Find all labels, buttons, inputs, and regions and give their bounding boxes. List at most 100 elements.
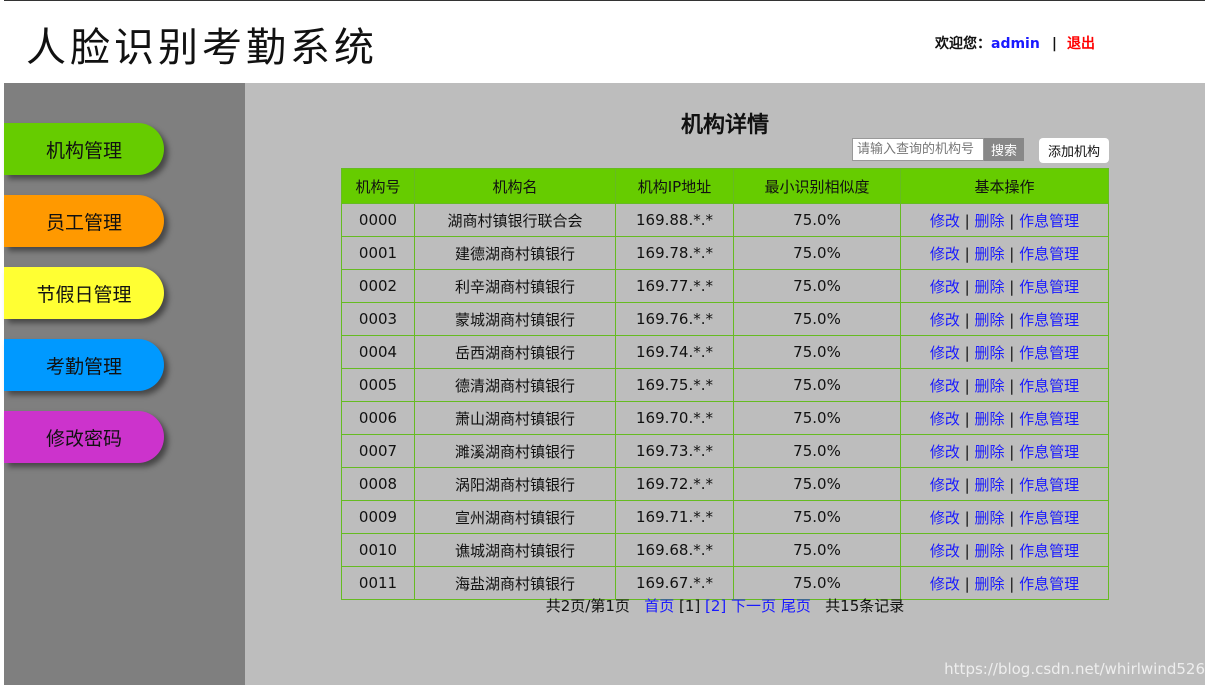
- edit-link[interactable]: 修改: [930, 344, 960, 362]
- delete-link[interactable]: 删除: [974, 410, 1004, 428]
- search-input[interactable]: [852, 138, 984, 161]
- cell-name: 谯城湖商村镇银行: [414, 533, 616, 567]
- col-header-similarity: 最小识别相似度: [733, 168, 901, 204]
- table-row: 0000 湖商村镇银行联合会 169.88.*.* 75.0% 修改 | 删除 | 作息…: [341, 203, 1109, 237]
- schedule-link[interactable]: 作息管理: [1019, 377, 1079, 395]
- sidebar: 机构管理 员工管理 节假日管理 考勤管理 修改密码: [4, 83, 245, 685]
- table-header-row: 机构号 机构名 机构IP地址 最小识别相似度 基本操作: [341, 168, 1109, 204]
- delete-link[interactable]: 删除: [974, 212, 1004, 230]
- cell-similarity: 75.0%: [733, 368, 901, 402]
- sidebar-item-staff[interactable]: 员工管理: [4, 195, 164, 247]
- edit-link[interactable]: 修改: [930, 509, 960, 527]
- cell-name: 濉溪湖商村镇银行: [414, 434, 616, 468]
- cell-ip: 169.74.*.*: [615, 335, 734, 369]
- page-2-link[interactable]: [2]: [705, 597, 726, 615]
- col-header-name: 机构名: [414, 168, 616, 204]
- edit-link[interactable]: 修改: [930, 245, 960, 263]
- search-button[interactable]: 搜索: [984, 138, 1024, 161]
- ops-separator: |: [964, 376, 970, 395]
- org-table: 机构号 机构名 机构IP地址 最小识别相似度 基本操作 0000 湖商村镇银行联合…: [341, 168, 1109, 600]
- table-row: 0006 萧山湖商村镇银行 169.70.*.* 75.0% 修改 | 删除 | 作息管…: [341, 401, 1109, 435]
- delete-link[interactable]: 删除: [974, 575, 1004, 593]
- first-page-link[interactable]: 首页: [644, 597, 674, 615]
- cell-similarity: 75.0%: [733, 203, 901, 237]
- welcome-label: 欢迎您：: [935, 36, 991, 52]
- cell-ops: 修改 | 删除 | 作息管理: [900, 335, 1109, 369]
- delete-link[interactable]: 删除: [974, 542, 1004, 560]
- watermark: https://blog.csdn.net/whirlwind526: [944, 660, 1205, 678]
- cell-name: 岳西湖商村镇银行: [414, 335, 616, 369]
- ops-separator: |: [1009, 343, 1015, 362]
- last-page-link[interactable]: 尾页: [781, 597, 811, 615]
- cell-similarity: 75.0%: [733, 500, 901, 534]
- cell-ip: 169.76.*.*: [615, 302, 734, 336]
- cell-similarity: 75.0%: [733, 269, 901, 303]
- delete-link[interactable]: 删除: [974, 311, 1004, 329]
- cell-id: 0006: [341, 401, 415, 435]
- edit-link[interactable]: 修改: [930, 575, 960, 593]
- sidebar-item-attendance[interactable]: 考勤管理: [4, 339, 164, 391]
- schedule-link[interactable]: 作息管理: [1019, 278, 1079, 296]
- edit-link[interactable]: 修改: [930, 311, 960, 329]
- schedule-link[interactable]: 作息管理: [1019, 311, 1079, 329]
- cell-ip: 169.77.*.*: [615, 269, 734, 303]
- cell-id: 0008: [341, 467, 415, 501]
- cell-name: 萧山湖商村镇银行: [414, 401, 616, 435]
- cell-id: 0007: [341, 434, 415, 468]
- delete-link[interactable]: 删除: [974, 509, 1004, 527]
- app-logo: 人脸识别考勤系统: [26, 25, 378, 71]
- schedule-link[interactable]: 作息管理: [1019, 443, 1079, 461]
- cell-ip: 169.72.*.*: [615, 467, 734, 501]
- edit-link[interactable]: 修改: [930, 476, 960, 494]
- schedule-link[interactable]: 作息管理: [1019, 509, 1079, 527]
- cell-ip: 169.71.*.*: [615, 500, 734, 534]
- schedule-link[interactable]: 作息管理: [1019, 344, 1079, 362]
- schedule-link[interactable]: 作息管理: [1019, 245, 1079, 263]
- cell-name: 宣州湖商村镇银行: [414, 500, 616, 534]
- table-row: 0003 蒙城湖商村镇银行 169.76.*.* 75.0% 修改 | 删除 | 作息管…: [341, 302, 1109, 336]
- sidebar-item-org[interactable]: 机构管理: [4, 123, 164, 175]
- edit-link[interactable]: 修改: [930, 542, 960, 560]
- schedule-link[interactable]: 作息管理: [1019, 542, 1079, 560]
- cell-ops: 修改 | 删除 | 作息管理: [900, 302, 1109, 336]
- schedule-link[interactable]: 作息管理: [1019, 575, 1079, 593]
- cell-ip: 169.68.*.*: [615, 533, 734, 567]
- delete-link[interactable]: 删除: [974, 443, 1004, 461]
- schedule-link[interactable]: 作息管理: [1019, 212, 1079, 230]
- table-row: 0010 谯城湖商村镇银行 169.68.*.* 75.0% 修改 | 删除 | 作息管…: [341, 533, 1109, 567]
- table-body: 0000 湖商村镇银行联合会 169.88.*.* 75.0% 修改 | 删除 | 作息…: [341, 203, 1109, 600]
- sidebar-item-holiday[interactable]: 节假日管理: [4, 267, 164, 319]
- edit-link[interactable]: 修改: [930, 377, 960, 395]
- delete-link[interactable]: 删除: [974, 344, 1004, 362]
- edit-link[interactable]: 修改: [930, 410, 960, 428]
- schedule-link[interactable]: 作息管理: [1019, 410, 1079, 428]
- ops-separator: |: [964, 574, 970, 593]
- cell-id: 0000: [341, 203, 415, 237]
- cell-similarity: 75.0%: [733, 467, 901, 501]
- table-row: 0004 岳西湖商村镇银行 169.74.*.* 75.0% 修改 | 删除 | 作息管…: [341, 335, 1109, 369]
- table-row: 0009 宣州湖商村镇银行 169.71.*.* 75.0% 修改 | 删除 | 作息管…: [341, 500, 1109, 534]
- cell-id: 0001: [341, 236, 415, 270]
- edit-link[interactable]: 修改: [930, 443, 960, 461]
- edit-link[interactable]: 修改: [930, 212, 960, 230]
- table-row: 0005 德清湖商村镇银行 169.75.*.* 75.0% 修改 | 删除 | 作息管…: [341, 368, 1109, 402]
- ops-separator: |: [964, 442, 970, 461]
- delete-link[interactable]: 删除: [974, 245, 1004, 263]
- delete-link[interactable]: 删除: [974, 377, 1004, 395]
- cell-ip: 169.78.*.*: [615, 236, 734, 270]
- edit-link[interactable]: 修改: [930, 278, 960, 296]
- cell-similarity: 75.0%: [733, 434, 901, 468]
- delete-link[interactable]: 删除: [974, 476, 1004, 494]
- logout-link[interactable]: 退出: [1067, 36, 1095, 52]
- schedule-link[interactable]: 作息管理: [1019, 476, 1079, 494]
- cell-ip: 169.73.*.*: [615, 434, 734, 468]
- sidebar-item-password[interactable]: 修改密码: [4, 411, 164, 463]
- cell-ops: 修改 | 删除 | 作息管理: [900, 434, 1109, 468]
- cell-name: 涡阳湖商村镇银行: [414, 467, 616, 501]
- ops-separator: |: [964, 475, 970, 494]
- total-records: 共15条记录: [825, 597, 905, 615]
- add-org-button[interactable]: 添加机构: [1039, 138, 1109, 163]
- delete-link[interactable]: 删除: [974, 278, 1004, 296]
- cell-ip: 169.75.*.*: [615, 368, 734, 402]
- next-page-link[interactable]: 下一页: [731, 597, 776, 615]
